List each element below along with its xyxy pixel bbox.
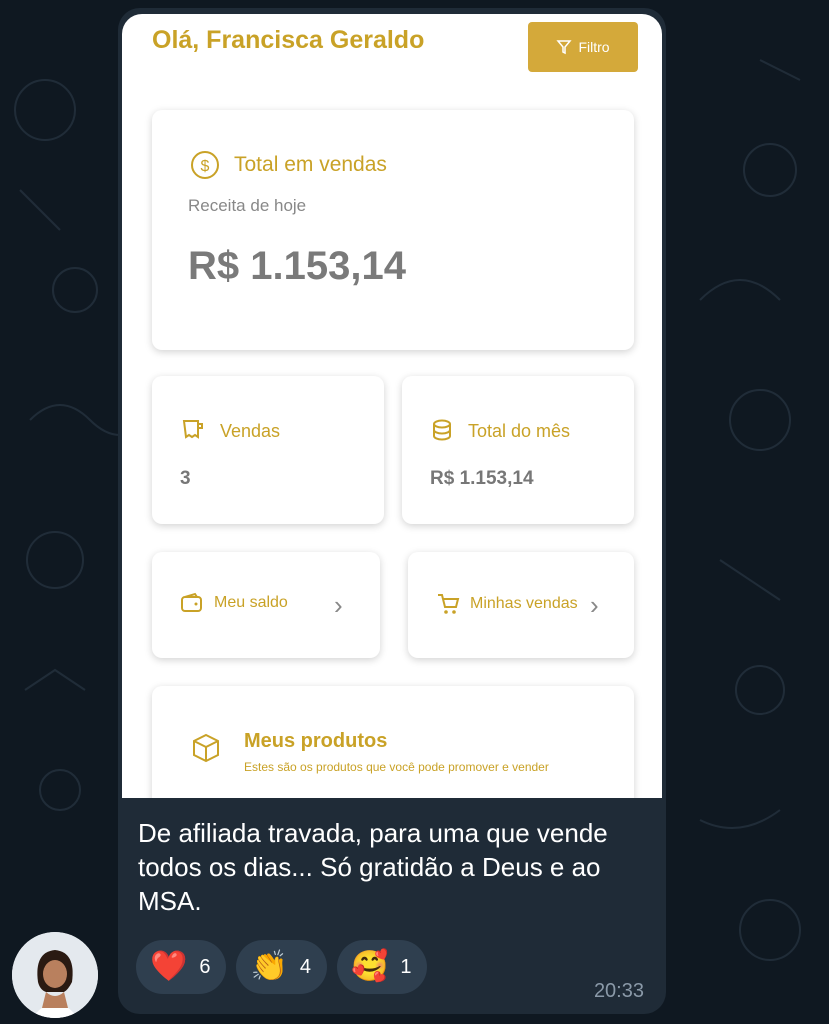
chevron-right-icon: › bbox=[334, 590, 343, 620]
message-timestamp: 20:33 bbox=[593, 980, 644, 1002]
filter-button: Filtro bbox=[528, 22, 638, 72]
chevron-right-icon: › bbox=[590, 590, 599, 620]
my-balance-label: Meu saldo bbox=[214, 594, 288, 611]
receipt-icon bbox=[182, 420, 203, 439]
my-products-title: Meus produtos bbox=[244, 730, 388, 752]
my-sales-label: Minhas vendas bbox=[470, 595, 578, 612]
reaction-count: 6 bbox=[199, 955, 211, 978]
message-text: De afiliada travada, para uma que vende … bbox=[138, 818, 608, 916]
reactions-bar: ❤️ 6 👏 4 🥰 1 bbox=[136, 940, 428, 994]
my-products-subtitle: Estes são os produtos que você pode prom… bbox=[244, 760, 549, 774]
total-sales-card: $ Total em vendas Receita de hoje R$ 1.1… bbox=[152, 110, 634, 350]
box-icon bbox=[193, 733, 219, 763]
message-bubble[interactable]: Olá, Francisca Geraldo Filtro $ Total em… bbox=[118, 8, 666, 1014]
reaction-count: 1 bbox=[400, 955, 412, 978]
month-total-card: Total do mês R$ 1.153,14 bbox=[402, 376, 634, 524]
month-total-value: R$ 1.153,14 bbox=[430, 468, 534, 489]
filter-icon bbox=[556, 40, 573, 55]
my-products-card: Meus produtos Estes são os produtos que … bbox=[152, 686, 634, 798]
cart-icon bbox=[438, 594, 460, 614]
my-balance-link: Meu saldo › bbox=[152, 552, 380, 658]
svg-text:$: $ bbox=[201, 158, 210, 175]
dollar-coin-icon: $ bbox=[191, 151, 219, 179]
reaction-count: 4 bbox=[299, 955, 311, 978]
sales-count-card: Vendas 3 bbox=[152, 376, 384, 524]
wallet-icon bbox=[181, 592, 202, 612]
filter-label: Filtro bbox=[578, 39, 610, 55]
avatar-photo-icon bbox=[12, 932, 98, 1018]
sales-count-value: 3 bbox=[180, 468, 191, 489]
my-sales-link: Minhas vendas › bbox=[408, 552, 634, 658]
smiling-face-hearts-emoji-icon: 🥰 bbox=[350, 950, 389, 983]
greeting-title: Olá, Francisca Geraldo bbox=[152, 26, 425, 54]
clapping-hands-emoji-icon: 👏 bbox=[250, 950, 288, 983]
heart-emoji-icon: ❤️ bbox=[150, 950, 188, 983]
total-sales-title: Total em vendas bbox=[234, 153, 387, 176]
total-sales-value: R$ 1.153,14 bbox=[188, 244, 406, 288]
coins-stack-icon bbox=[433, 419, 451, 441]
reaction-clap[interactable]: 👏 4 bbox=[236, 940, 327, 994]
attached-screenshot[interactable]: Olá, Francisca Geraldo Filtro $ Total em… bbox=[122, 14, 662, 798]
reaction-heart[interactable]: ❤️ 6 bbox=[136, 940, 227, 994]
reaction-smiling-hearts[interactable]: 🥰 1 bbox=[336, 940, 428, 994]
sales-count-title: Vendas bbox=[220, 420, 281, 441]
total-sales-subtitle: Receita de hoje bbox=[188, 196, 307, 215]
sender-avatar[interactable] bbox=[12, 932, 98, 1018]
month-total-title: Total do mês bbox=[468, 420, 571, 441]
